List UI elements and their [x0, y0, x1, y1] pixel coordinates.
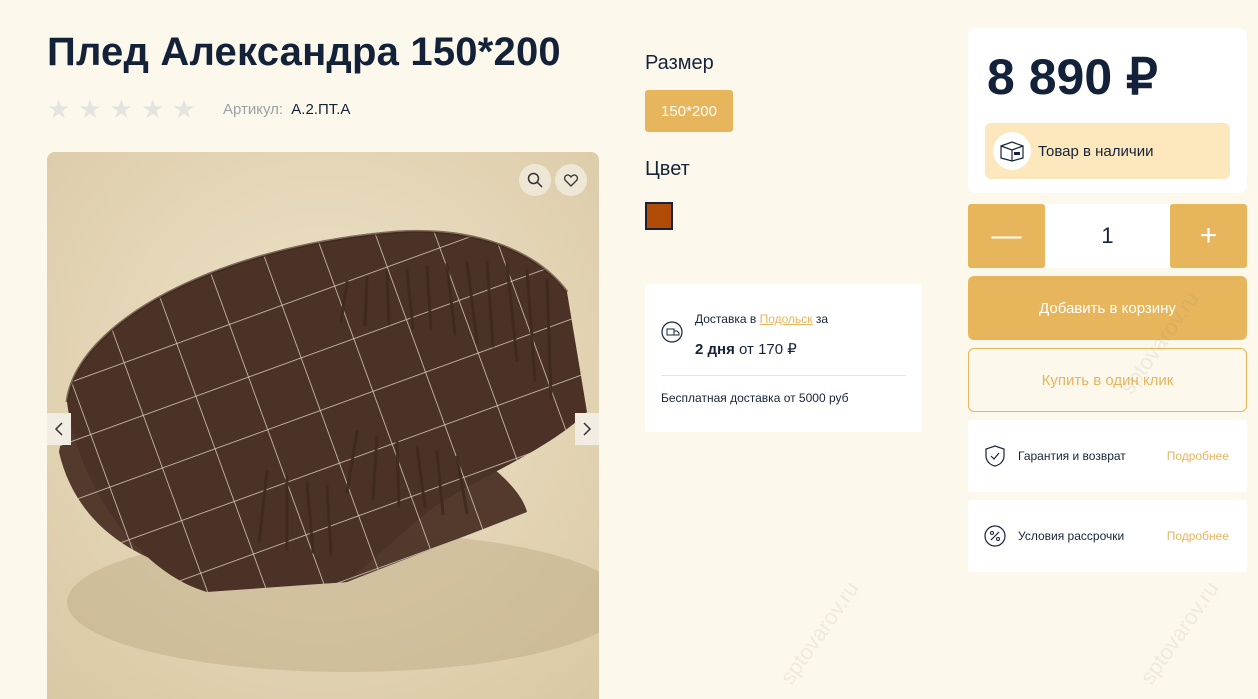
watermark: sptovarov.ru	[774, 576, 864, 689]
delivery-icon	[661, 321, 683, 343]
star-icon[interactable]: ★	[78, 96, 101, 122]
warranty-label: Гарантия и возврат	[1018, 449, 1126, 463]
gallery-prev-button[interactable]	[47, 413, 71, 445]
stock-status: Товар в наличии	[985, 123, 1230, 179]
delivery-time: 2 дня от 170 ₽	[695, 340, 797, 358]
delivery-city-link[interactable]: Подольск	[760, 312, 813, 326]
color-swatch[interactable]	[645, 202, 673, 230]
divider	[661, 375, 906, 376]
sku-label: Артикул:	[223, 101, 284, 118]
add-to-cart-button[interactable]: Добавить в корзину	[968, 276, 1247, 340]
box-icon	[993, 132, 1031, 170]
sku-value: А.2.ПТ.А	[291, 101, 351, 118]
shield-icon	[985, 445, 1005, 467]
gallery-next-button[interactable]	[575, 413, 599, 445]
delivery-city-line: Доставка в Подольск за	[695, 312, 828, 326]
decrease-quantity-button[interactable]: —	[968, 204, 1045, 268]
percent-icon	[984, 525, 1006, 547]
warranty-row[interactable]: Гарантия и возврат Подробнее	[968, 420, 1247, 492]
zoom-button[interactable]	[519, 164, 551, 196]
quantity-value[interactable]: 1	[1045, 204, 1170, 268]
chevron-left-icon	[54, 422, 63, 436]
star-icon[interactable]: ★	[172, 96, 195, 122]
product-price: 8 890 ₽	[987, 49, 1158, 105]
installment-label: Условия рассрочки	[1018, 529, 1125, 543]
delivery-from: от	[739, 341, 754, 358]
heart-icon	[564, 173, 578, 187]
size-label: Размер	[645, 52, 714, 74]
rating-stars[interactable]: ★ ★ ★ ★ ★	[47, 96, 196, 122]
delivery-price: 170 ₽	[758, 341, 797, 358]
watermark: sptovarov.ru	[1134, 576, 1224, 689]
search-icon	[527, 172, 543, 188]
installment-more-link[interactable]: Подробнее	[1167, 529, 1229, 543]
star-icon[interactable]: ★	[47, 96, 70, 122]
star-icon[interactable]: ★	[141, 96, 164, 122]
quantity-stepper[interactable]: — 1 +	[968, 204, 1247, 268]
size-option[interactable]: 150*200	[645, 90, 733, 132]
installment-row[interactable]: Условия рассрочки Подробнее	[968, 500, 1247, 572]
increase-quantity-button[interactable]: +	[1170, 204, 1247, 268]
buy-one-click-button[interactable]: Купить в один клик	[968, 348, 1247, 412]
sku: Артикул: А.2.ПТ.А	[223, 101, 350, 118]
favorite-button[interactable]	[555, 164, 587, 196]
color-label: Цвет	[645, 158, 690, 180]
product-photo	[47, 152, 599, 699]
warranty-more-link[interactable]: Подробнее	[1167, 449, 1229, 463]
product-title: Плед Александра 150*200	[47, 30, 561, 74]
price-card: 8 890 ₽ Товар в наличии	[968, 28, 1247, 193]
delivery-days: 2 дня	[695, 341, 735, 358]
delivery-suffix: за	[815, 312, 829, 326]
delivery-card: Доставка в Подольск за 2 дня от 170 ₽ Бе…	[645, 284, 922, 432]
product-gallery[interactable]	[47, 152, 599, 699]
delivery-prefix: Доставка в	[695, 312, 757, 326]
star-icon[interactable]: ★	[110, 96, 133, 122]
free-delivery-note: Бесплатная доставка от 5000 руб	[661, 391, 849, 405]
chevron-right-icon	[583, 422, 592, 436]
stock-text: Товар в наличии	[1038, 143, 1154, 160]
